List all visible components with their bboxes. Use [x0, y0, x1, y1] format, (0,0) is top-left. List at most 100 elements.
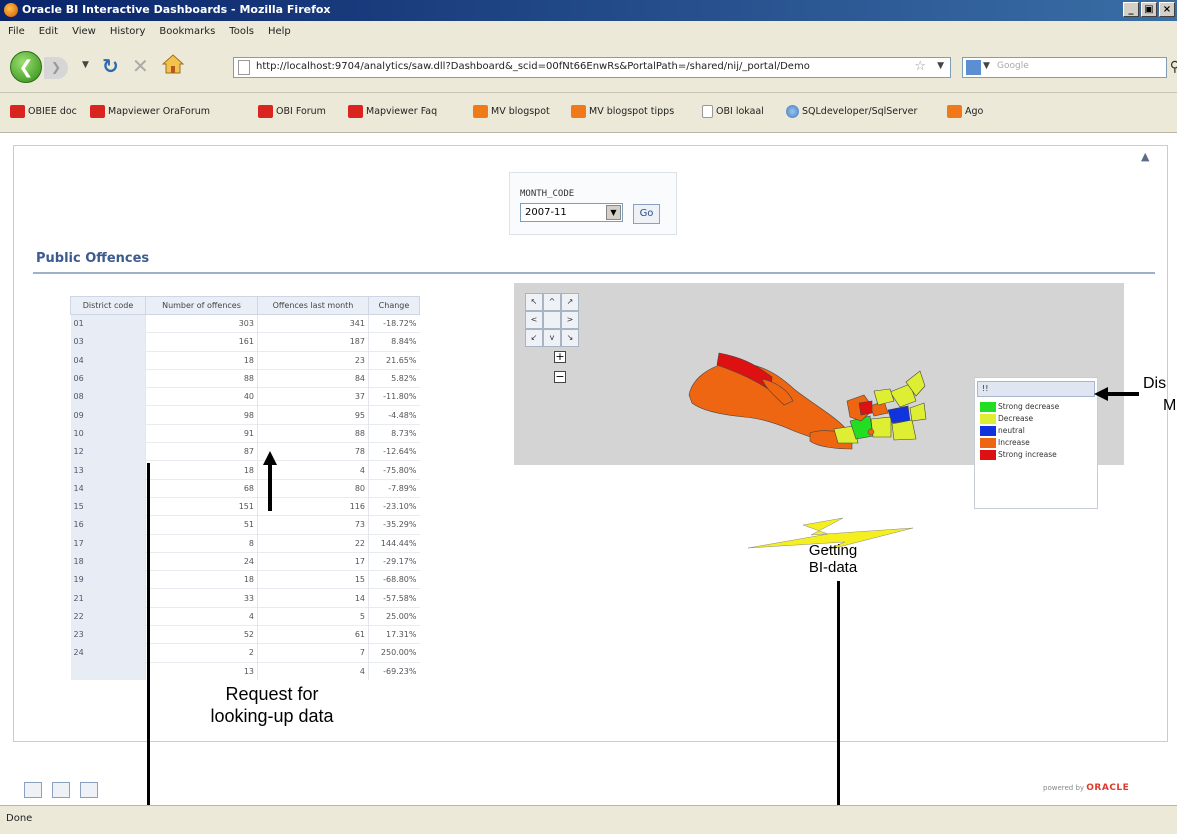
print-icon[interactable] [52, 782, 70, 798]
forward-button[interactable]: ❯ [44, 57, 68, 79]
district-region[interactable] [891, 419, 917, 441]
refresh-icon[interactable] [24, 782, 42, 798]
table-row: 08 40 37 -11.80% [70, 387, 420, 406]
value-cell: 250.00% [368, 643, 420, 663]
district-code-cell: 16 [70, 515, 146, 535]
table-row: 14 68 80 -7.89% [70, 478, 420, 498]
bookmark-red-icon [90, 105, 105, 118]
district-code-cell: 10 [70, 423, 146, 443]
legend-item: Decrease [980, 414, 1033, 424]
bookmark-mv-blogspot-tipps[interactable]: MV blogspot tipps [571, 105, 674, 118]
collapse-section-icon[interactable]: ▲ [1141, 150, 1149, 163]
menu-view[interactable]: View [72, 26, 96, 37]
section-divider [33, 272, 1155, 274]
month-code-select[interactable]: 2007-11 ▼ [520, 203, 623, 222]
reload-button[interactable]: ↻ [102, 54, 119, 78]
dashboard-actions [24, 782, 98, 798]
value-cell: -69.23% [368, 661, 420, 681]
home-button[interactable] [162, 53, 184, 75]
column-header[interactable]: Number of offences [145, 296, 258, 315]
url-text[interactable]: http://localhost:9704/analytics/saw.dll?… [256, 61, 896, 72]
district-code-cell: 19 [70, 570, 146, 589]
value-cell: 52 [145, 625, 258, 644]
menu-bookmarks[interactable]: Bookmarks [159, 26, 215, 37]
bookmark-red-icon [258, 105, 273, 118]
district-region[interactable] [873, 388, 895, 406]
legend-header[interactable]: !! [977, 381, 1095, 397]
window-title-bar: Oracle BI Interactive Dashboards - Mozil… [0, 0, 1177, 21]
bookmark-obi-lokaal[interactable]: OBI lokaal [702, 105, 764, 118]
search-placeholder[interactable]: Google [997, 61, 1029, 71]
value-cell: 37 [257, 387, 369, 406]
stop-button[interactable]: ✕ [132, 54, 149, 78]
history-dropdown-icon[interactable]: ▼ [82, 60, 89, 70]
district-region[interactable] [909, 402, 927, 422]
district-region[interactable] [870, 416, 892, 438]
bookmark-obi-forum[interactable]: OBI Forum [258, 105, 326, 118]
value-cell: 144.44% [368, 533, 420, 553]
bookmark-ago[interactable]: Ago [947, 105, 983, 118]
value-cell: 22 [257, 533, 369, 553]
legend-swatch [980, 438, 996, 448]
value-cell: 18 [145, 570, 258, 589]
bookmark-sqldeveloper[interactable]: SQLdeveloper/SqlServer [786, 105, 917, 118]
bookmark-mv-blogspot[interactable]: MV blogspot [473, 105, 550, 118]
back-button[interactable]: ❮ [10, 51, 42, 83]
search-engine-dropdown-icon[interactable]: ▼ [983, 61, 990, 71]
district-code-cell: 17 [70, 533, 146, 553]
value-cell: 18 [145, 350, 258, 370]
address-bar[interactable]: http://localhost:9704/analytics/saw.dll?… [233, 57, 951, 78]
value-cell: 91 [145, 423, 258, 443]
table-row: 13 4 -69.23% [70, 661, 420, 681]
value-cell: 24 [145, 551, 258, 571]
district-region[interactable] [887, 405, 911, 424]
minimize-button[interactable]: _ [1123, 2, 1139, 17]
search-engine-icon[interactable] [966, 60, 981, 75]
table-row: 17 8 22 144.44% [70, 533, 420, 553]
value-cell: 88 [257, 423, 369, 443]
search-icon[interactable]: ⚲ [1170, 59, 1177, 75]
menu-tools[interactable]: Tools [229, 26, 254, 37]
column-header[interactable]: District code [70, 296, 146, 315]
menu-help[interactable]: Help [268, 26, 291, 37]
go-button[interactable]: Go [633, 204, 660, 224]
value-cell: 98 [145, 405, 258, 425]
bookmark-star-icon[interactable]: ☆ [914, 59, 926, 74]
value-cell: 15 [257, 570, 369, 589]
menu-edit[interactable]: Edit [39, 26, 58, 37]
annotation-request: Request for looking-up data [172, 683, 372, 805]
district-code-cell: 22 [70, 606, 146, 626]
download-icon[interactable] [80, 782, 98, 798]
menu-file[interactable]: File [8, 26, 25, 37]
district-code-cell [70, 661, 146, 681]
back-arrow-icon: ❮ [18, 57, 34, 78]
district-code-cell: 18 [70, 551, 146, 571]
bookmark-red-icon [10, 105, 25, 118]
bookmark-mapviewer-faq[interactable]: Mapviewer Faq [348, 105, 437, 118]
value-cell: 303 [145, 313, 258, 333]
value-cell: 17.31% [368, 625, 420, 644]
status-text: Done [6, 813, 33, 824]
menu-history[interactable]: History [110, 26, 146, 37]
district-region[interactable] [858, 400, 873, 416]
district-region[interactable] [867, 428, 875, 436]
maximize-button[interactable]: ▣ [1141, 2, 1157, 17]
table-row: 16 51 73 -35.29% [70, 515, 420, 535]
menu-bar: File Edit View History Bookmarks Tools H… [0, 21, 1177, 41]
page-icon [238, 60, 250, 75]
table-row: 22 4 5 25.00% [70, 606, 420, 626]
legend-item: Strong decrease [980, 402, 1059, 412]
value-cell: 84 [257, 368, 369, 388]
close-button[interactable]: × [1159, 2, 1175, 17]
url-dropdown-icon[interactable]: ▼ [937, 61, 944, 71]
value-cell: 161 [145, 332, 258, 352]
select-arrow-icon[interactable]: ▼ [606, 205, 621, 220]
bookmark-globe-icon [786, 105, 799, 118]
value-cell: 87 [145, 442, 258, 461]
bookmark-obiee-doc[interactable]: OBIEE doc [10, 105, 77, 118]
search-box[interactable]: ▼ Google ⚲ [962, 57, 1177, 78]
column-header[interactable]: Offences last month [257, 296, 369, 315]
column-header[interactable]: Change [368, 296, 420, 315]
bookmark-mapviewer-oraforum[interactable]: Mapviewer OraForum [90, 105, 210, 118]
oracle-logo: ORACLE [1086, 783, 1130, 793]
